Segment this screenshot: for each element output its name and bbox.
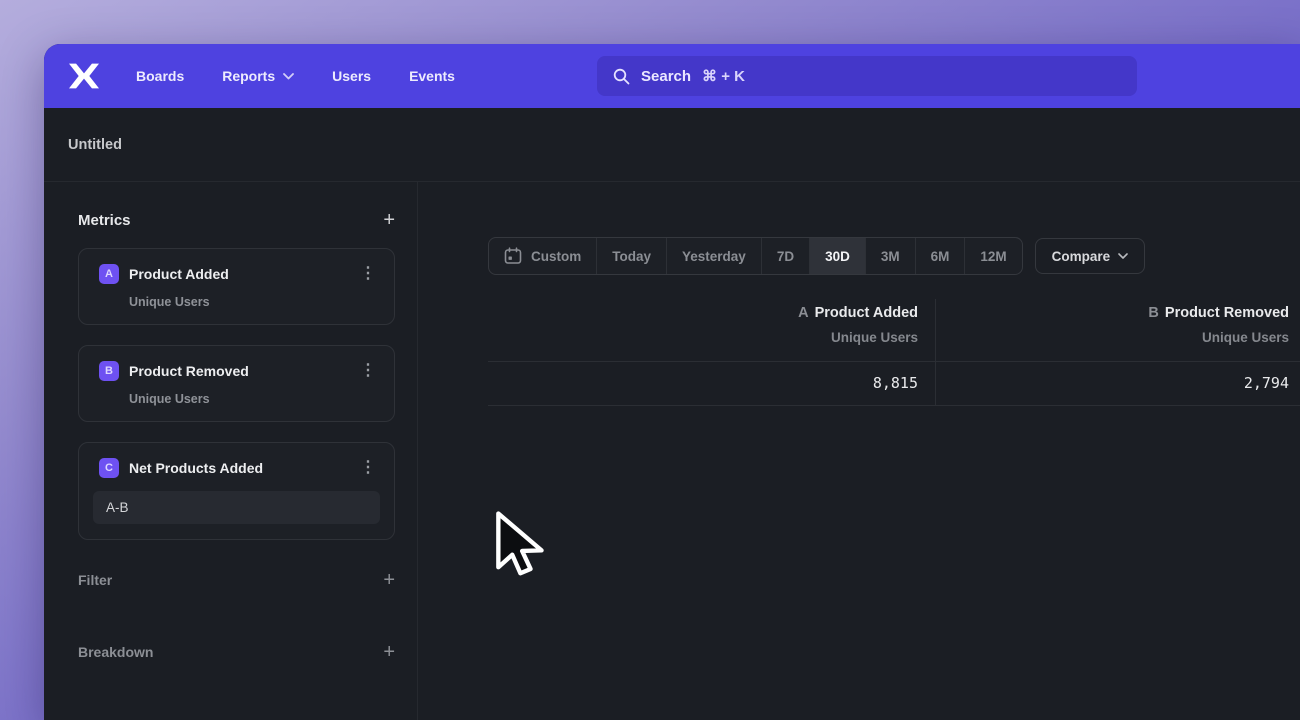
results-panel: Custom Today Yesterday 7D 30D 3M 6M 12M … xyxy=(418,182,1300,720)
add-filter-button[interactable]: + xyxy=(383,570,395,590)
nav-boards[interactable]: Boards xyxy=(136,68,184,84)
metric-card-c[interactable]: C Net Products Added ⋮ A-B xyxy=(78,442,395,540)
report-title[interactable]: Untitled xyxy=(68,137,122,153)
range-today[interactable]: Today xyxy=(597,238,667,274)
chevron-down-icon xyxy=(1118,253,1128,259)
app-window: Boards Reports Users Events Search ⌘ + K… xyxy=(44,44,1300,720)
nav-menu: Boards Reports Users Events xyxy=(136,68,455,84)
metric-card-b-row: B Product Removed ⋮ xyxy=(99,361,380,381)
metric-title-a[interactable]: Product Added xyxy=(129,266,346,282)
value-cell-b[interactable]: 2,794 xyxy=(936,362,1300,405)
add-metric-button[interactable]: + xyxy=(383,210,395,230)
filter-heading: Filter xyxy=(78,572,112,588)
value-cell-a[interactable]: 8,815 xyxy=(488,362,936,405)
column-badge-b: B xyxy=(1148,305,1158,321)
search-shortcut: ⌘ + K xyxy=(702,67,745,85)
chevron-down-icon xyxy=(283,73,294,80)
breakdown-section-header: Breakdown + xyxy=(78,642,395,662)
mixpanel-x-icon xyxy=(69,63,99,89)
column-title-a: Product Added xyxy=(815,305,918,321)
search-placeholder: Search xyxy=(641,68,691,85)
report-body: Metrics + A Product Added ⋮ Unique Users… xyxy=(44,182,1300,720)
metric-measurement-b[interactable]: Unique Users xyxy=(129,392,380,406)
metric-badge-a: A xyxy=(99,264,119,284)
results-table: A Product Added Unique Users B Product Rem… xyxy=(488,299,1300,406)
metric-title-b[interactable]: Product Removed xyxy=(129,363,346,379)
nav-users[interactable]: Users xyxy=(332,68,371,84)
metric-card-c-row: C Net Products Added ⋮ xyxy=(99,458,380,478)
table-header-row: A Product Added Unique Users B Product Rem… xyxy=(488,299,1300,361)
range-custom-label: Custom xyxy=(531,249,581,264)
range-30d[interactable]: 30D xyxy=(810,238,866,274)
range-yesterday[interactable]: Yesterday xyxy=(667,238,762,274)
add-breakdown-button[interactable]: + xyxy=(383,642,395,662)
report-header: Untitled xyxy=(44,108,1300,182)
top-nav: Boards Reports Users Events Search ⌘ + K xyxy=(44,44,1300,108)
column-header-b[interactable]: B Product Removed Unique Users xyxy=(936,299,1300,361)
range-6m[interactable]: 6M xyxy=(916,238,966,274)
column-subtitle-b: Unique Users xyxy=(936,330,1289,345)
metric-menu-button-c[interactable]: ⋮ xyxy=(356,460,380,476)
metric-card-a[interactable]: A Product Added ⋮ Unique Users xyxy=(78,248,395,325)
compare-label: Compare xyxy=(1052,249,1111,264)
compare-button[interactable]: Compare xyxy=(1035,238,1146,274)
range-7d[interactable]: 7D xyxy=(762,238,810,274)
filter-section-header: Filter + xyxy=(78,570,395,590)
column-header-a[interactable]: A Product Added Unique Users xyxy=(488,299,936,361)
table-bottom-border xyxy=(488,405,1300,406)
breakdown-heading: Breakdown xyxy=(78,644,153,660)
column-title-b: Product Removed xyxy=(1165,305,1289,321)
mixpanel-logo[interactable] xyxy=(68,62,100,90)
metric-card-b[interactable]: B Product Removed ⋮ Unique Users xyxy=(78,345,395,422)
metric-card-a-row: A Product Added ⋮ xyxy=(99,264,380,284)
search-input[interactable]: Search ⌘ + K xyxy=(597,56,1137,96)
range-custom[interactable]: Custom xyxy=(489,238,597,274)
metrics-section-header: Metrics + xyxy=(78,210,395,230)
calendar-icon xyxy=(504,247,522,265)
search-icon xyxy=(613,68,630,85)
metric-menu-button-b[interactable]: ⋮ xyxy=(356,363,380,379)
column-subtitle-a: Unique Users xyxy=(488,330,918,345)
nav-reports-label: Reports xyxy=(222,68,275,84)
date-range-picker: Custom Today Yesterday 7D 30D 3M 6M 12M xyxy=(488,237,1023,275)
column-badge-a: A xyxy=(798,305,808,321)
nav-reports[interactable]: Reports xyxy=(222,68,294,84)
range-3m[interactable]: 3M xyxy=(866,238,916,274)
range-12m[interactable]: 12M xyxy=(965,238,1021,274)
table-value-row: 8,815 2,794 xyxy=(488,362,1300,405)
metric-badge-b: B xyxy=(99,361,119,381)
metric-menu-button-a[interactable]: ⋮ xyxy=(356,266,380,282)
date-toolbar: Custom Today Yesterday 7D 30D 3M 6M 12M … xyxy=(488,237,1300,275)
query-sidebar: Metrics + A Product Added ⋮ Unique Users… xyxy=(44,182,418,720)
metric-title-c[interactable]: Net Products Added xyxy=(129,460,346,476)
formula-input[interactable]: A-B xyxy=(93,491,380,524)
metric-badge-c: C xyxy=(99,458,119,478)
metric-measurement-a[interactable]: Unique Users xyxy=(129,295,380,309)
nav-events[interactable]: Events xyxy=(409,68,455,84)
metrics-heading: Metrics xyxy=(78,212,131,229)
